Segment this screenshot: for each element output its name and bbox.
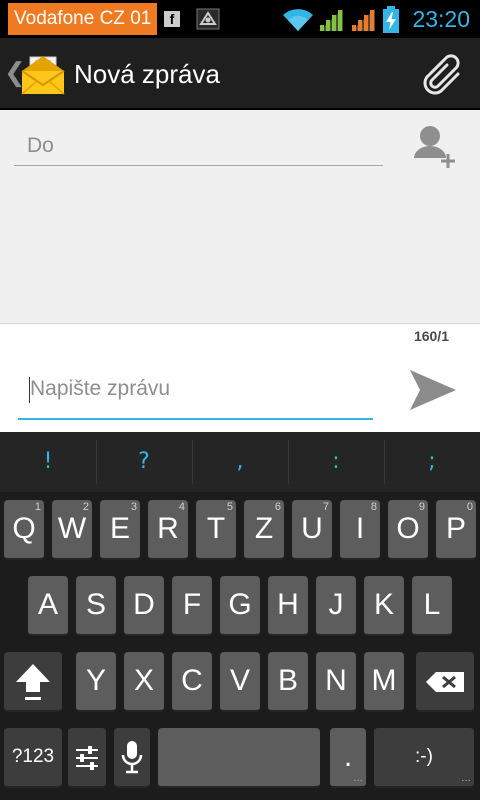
- key-n[interactable]: N: [316, 652, 356, 712]
- signal-roaming-icon: [351, 9, 375, 31]
- smiley-key[interactable]: :-)…: [374, 728, 474, 788]
- key-s[interactable]: S: [76, 576, 116, 636]
- key-k[interactable]: K: [364, 576, 404, 636]
- space-key[interactable]: [158, 728, 320, 788]
- send-icon[interactable]: [404, 366, 460, 414]
- key-g[interactable]: G: [220, 576, 260, 636]
- key-i[interactable]: I8: [340, 500, 380, 560]
- backspace-key[interactable]: [416, 652, 474, 712]
- suggestion-semicolon[interactable]: ;: [384, 432, 480, 492]
- key-p[interactable]: P0: [436, 500, 476, 560]
- key-l[interactable]: L: [412, 576, 452, 636]
- key-z[interactable]: Z6: [244, 500, 284, 560]
- period-key[interactable]: .…: [330, 728, 366, 788]
- carrier-label: Vodafone CZ 01: [8, 3, 158, 35]
- key-t[interactable]: T5: [196, 500, 236, 560]
- more-keys-indicator: …: [461, 773, 471, 784]
- character-counter: 160/1: [413, 328, 449, 344]
- status-clock: 23:20: [412, 6, 470, 32]
- more-keys-indicator: …: [353, 773, 363, 784]
- key-e[interactable]: E3: [100, 500, 140, 560]
- status-bar: Vodafone CZ 01 f 23:20: [0, 0, 480, 38]
- key-c[interactable]: C: [172, 652, 212, 712]
- key-y[interactable]: Y: [76, 652, 116, 712]
- battery-charging-icon: [383, 6, 399, 33]
- recipient-input[interactable]: Do: [14, 130, 383, 166]
- key-m[interactable]: M: [364, 652, 404, 712]
- attachment-icon[interactable]: [418, 50, 466, 98]
- key-b[interactable]: B: [268, 652, 308, 712]
- symbols-key[interactable]: ?123: [4, 728, 62, 788]
- suggestion-colon[interactable]: :: [288, 432, 384, 492]
- key-w[interactable]: W2: [52, 500, 92, 560]
- facebook-icon: f: [164, 11, 180, 27]
- compose-panel: 160/1 Napište zprávu: [0, 324, 480, 432]
- add-contact-icon[interactable]: [412, 124, 460, 170]
- key-f[interactable]: F: [172, 576, 212, 636]
- suggestion-exclamation[interactable]: !: [0, 432, 96, 492]
- key-u[interactable]: U7: [292, 500, 332, 560]
- key-x[interactable]: X: [124, 652, 164, 712]
- key-r[interactable]: R4: [148, 500, 188, 560]
- signal-icon: [319, 9, 343, 31]
- messaging-app-icon[interactable]: [20, 51, 66, 97]
- voice-input-key[interactable]: [114, 728, 150, 788]
- action-bar: ❮ Nová zpráva: [0, 38, 480, 110]
- page-title: Nová zpráva: [74, 59, 220, 89]
- suggestion-comma[interactable]: ,: [192, 432, 288, 492]
- keyboard: ! ? , : ; Q1 W2 E3 R4 T5 Z6 U7 I8 O9 P0 …: [0, 432, 480, 800]
- settings-key[interactable]: [68, 728, 106, 788]
- key-d[interactable]: D: [124, 576, 164, 636]
- key-q[interactable]: Q1: [4, 500, 44, 560]
- message-input[interactable]: Napište zprávu: [18, 366, 373, 420]
- backspace-icon: [426, 672, 464, 692]
- key-a[interactable]: A: [28, 576, 68, 636]
- key-h[interactable]: H: [268, 576, 308, 636]
- shift-key[interactable]: [4, 652, 62, 712]
- app-notification-icon: [196, 8, 220, 30]
- microphone-icon: [121, 741, 143, 774]
- suggestion-question[interactable]: ?: [96, 432, 192, 492]
- recipients-panel: Do: [0, 110, 480, 324]
- key-j[interactable]: J: [316, 576, 356, 636]
- settings-sliders-icon: [76, 746, 98, 770]
- suggestion-strip: ! ? , : ;: [0, 432, 480, 492]
- wifi-icon: [283, 9, 313, 31]
- key-o[interactable]: O9: [388, 500, 428, 560]
- shift-icon: [16, 664, 50, 700]
- key-v[interactable]: V: [220, 652, 260, 712]
